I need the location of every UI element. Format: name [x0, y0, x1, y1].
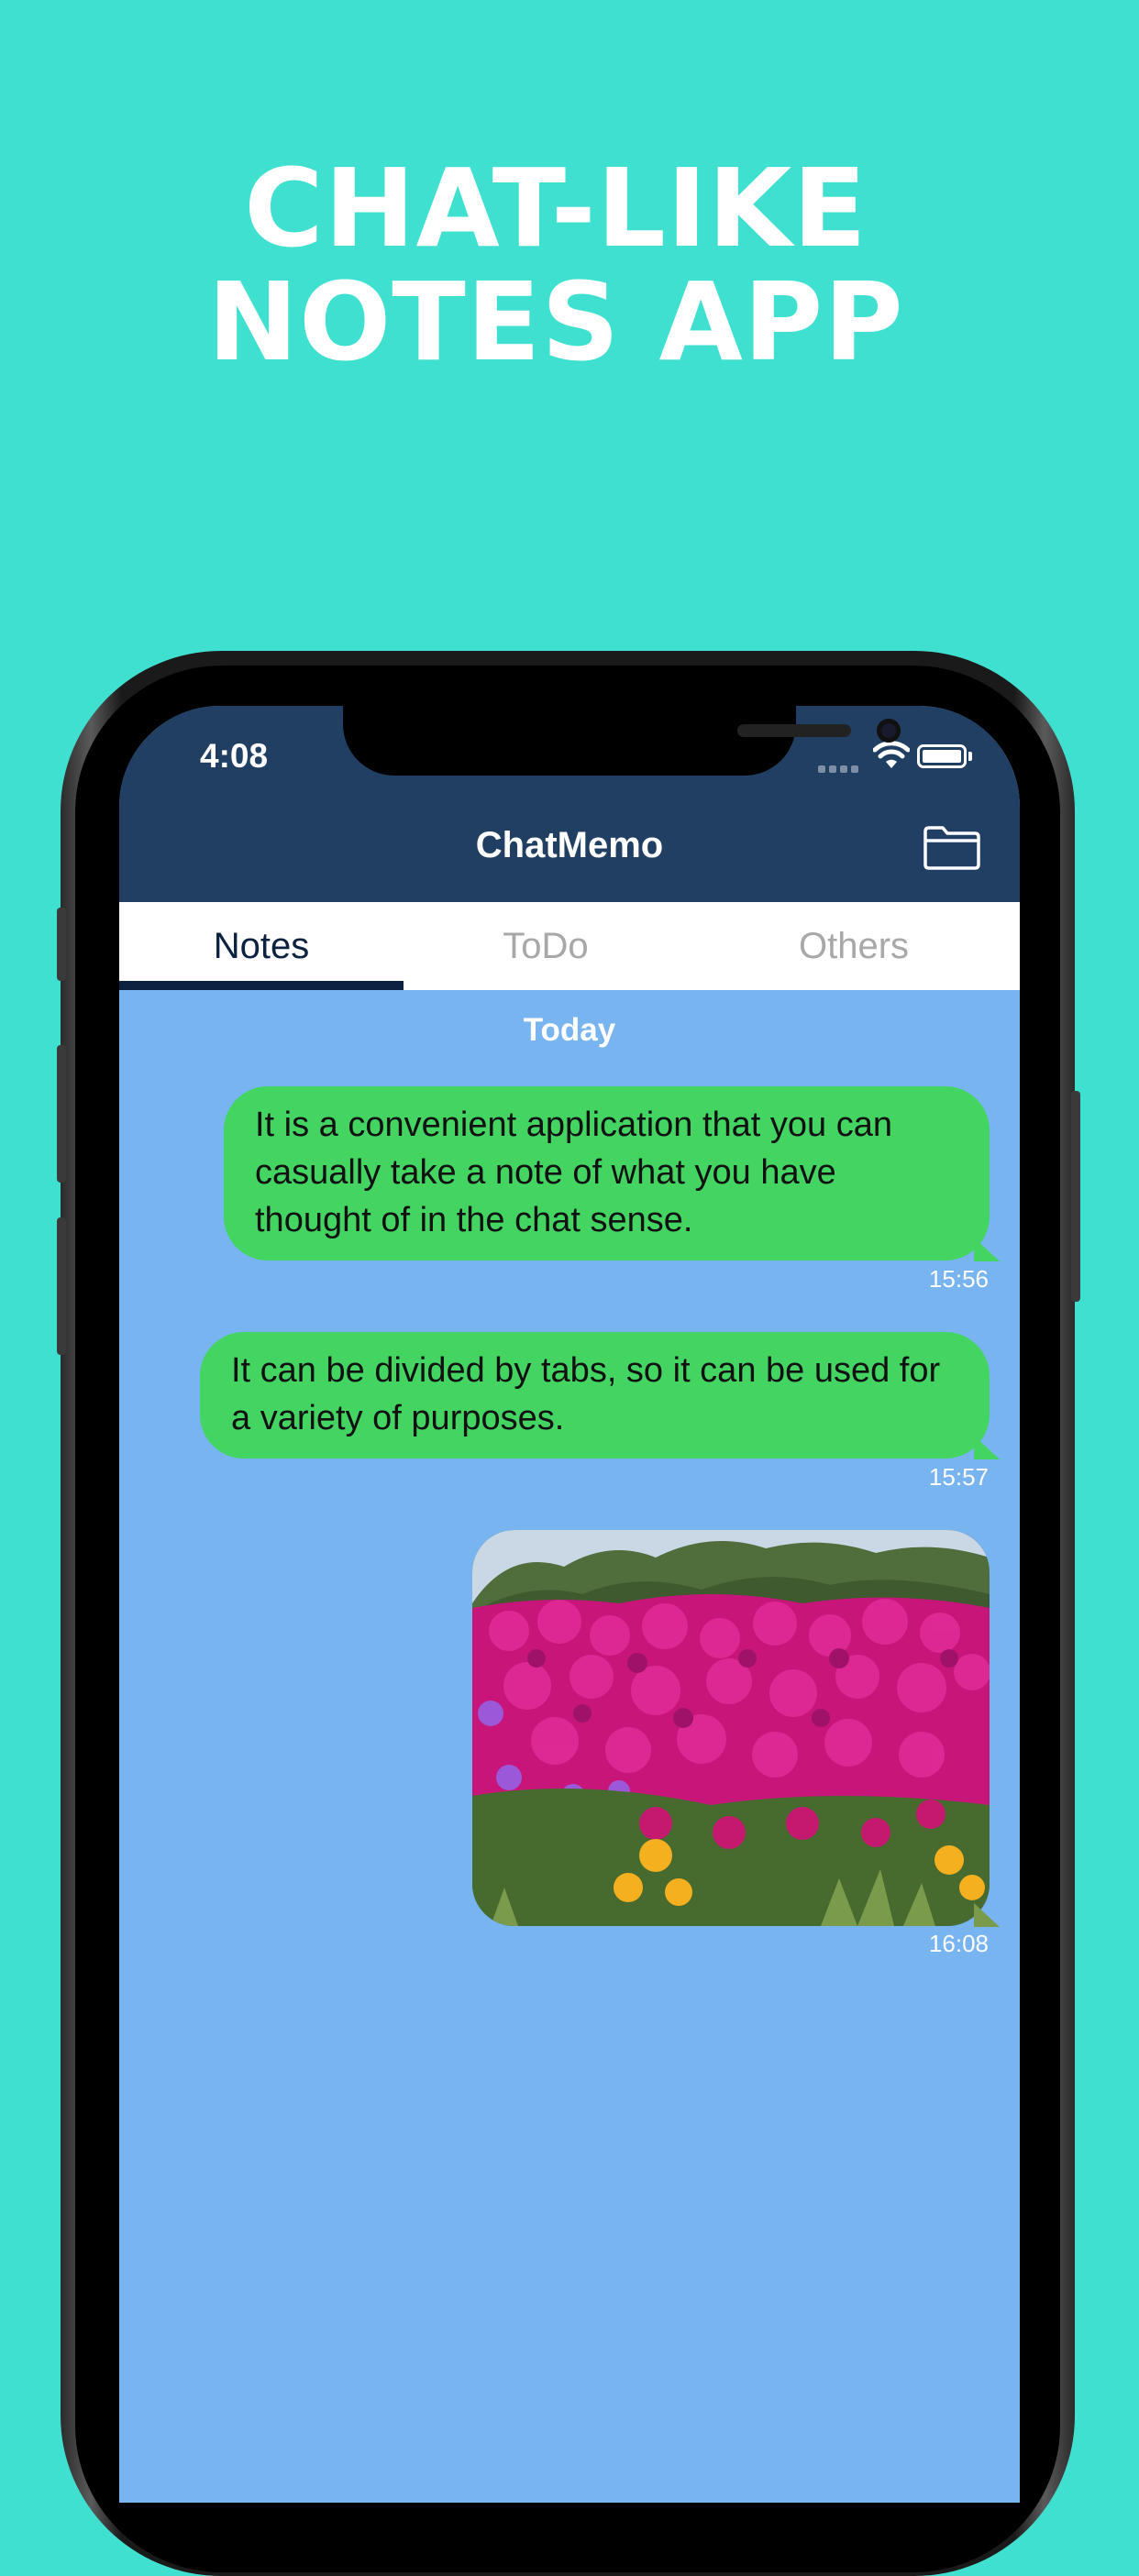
flower-photo: [472, 1530, 990, 1926]
active-tab-indicator: [119, 981, 404, 990]
app-title: ChatMemo: [475, 825, 664, 865]
phone-power-button: [1071, 1091, 1080, 1302]
status-icons: [818, 741, 1011, 777]
message-bubble[interactable]: It is a convenient application that you …: [224, 1086, 990, 1260]
message-bubble[interactable]: It can be divided by tabs, so it can be …: [200, 1332, 990, 1459]
phone-notch: [343, 706, 901, 776]
front-camera: [877, 719, 901, 743]
folder-icon[interactable]: [923, 823, 981, 871]
headline-line-1: CHAT-LIKE: [244, 145, 868, 271]
tab-notes[interactable]: Notes: [119, 902, 404, 990]
message-text: It can be divided by tabs, so it can be …: [231, 1351, 941, 1437]
signal-icon: [818, 761, 862, 777]
wifi-icon: [873, 741, 910, 768]
phone-volume-up-button: [57, 1045, 66, 1183]
phone-silent-switch: [57, 908, 66, 981]
message-time: 15:56: [928, 1265, 989, 1293]
tab-todo[interactable]: ToDo: [404, 902, 688, 990]
message-text: It is a convenient application that you …: [255, 1106, 893, 1239]
bubble-tail: [974, 1436, 1000, 1459]
battery-icon: [917, 744, 967, 768]
navigation-bar: 4:08 ChatMemo: [119, 706, 1020, 902]
speaker-grille: [737, 724, 851, 737]
tab-bar: Notes ToDo Others: [119, 902, 1020, 990]
promo-headline: CHAT-LIKE NOTES APP: [0, 151, 1111, 379]
message-time: 15:57: [928, 1463, 989, 1491]
tab-others[interactable]: Others: [688, 902, 1020, 990]
battery-tip: [968, 752, 972, 761]
message-time: 16:08: [928, 1930, 989, 1957]
bubble-tail: [974, 1238, 1000, 1261]
photo-message[interactable]: [472, 1530, 990, 1926]
status-time: 4:08: [200, 737, 269, 775]
date-separator: Today: [523, 1012, 616, 1048]
phone-screen: 4:08 ChatMemo Notes ToDo Others Today It…: [119, 706, 1020, 2503]
headline-line-2: NOTES APP: [207, 259, 904, 385]
phone-volume-down-button: [57, 1217, 66, 1355]
